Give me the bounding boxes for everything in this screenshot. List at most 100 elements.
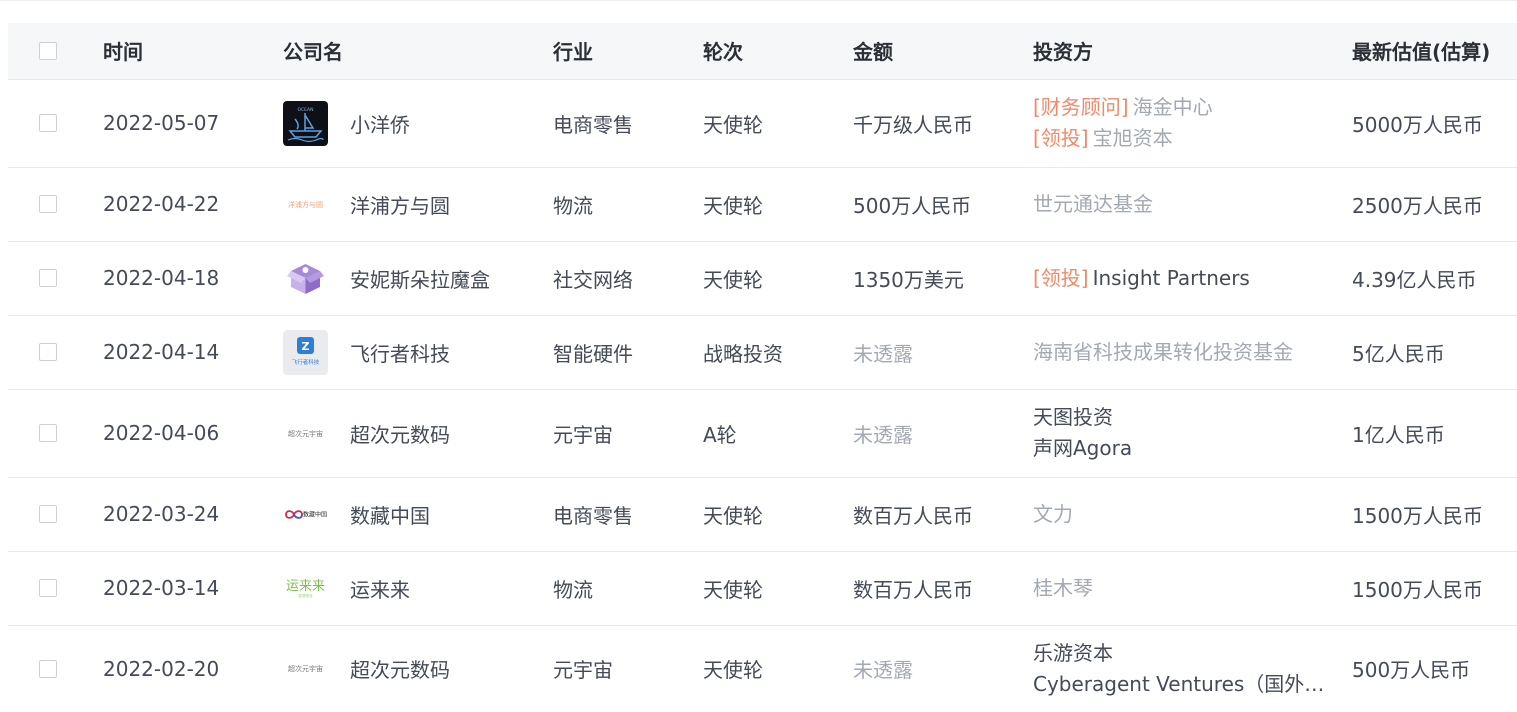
amount-cell: 1350万美元 bbox=[853, 241, 1033, 316]
column-header-round[interactable]: 轮次 bbox=[703, 23, 853, 80]
investor-entry: [财务顾问] 海金中心 bbox=[1033, 92, 1352, 123]
investor-name-link[interactable]: 世元通达基金 bbox=[1033, 192, 1153, 216]
valuation-cell: 1500万人民币 bbox=[1352, 551, 1517, 626]
row-checkbox[interactable] bbox=[39, 195, 57, 213]
investors-cell: 桂木琴 bbox=[1033, 551, 1352, 626]
investors-cell: 天图投资声网Agora bbox=[1033, 389, 1352, 478]
column-header-valuation[interactable]: 最新估值(估算) bbox=[1352, 23, 1517, 80]
round-cell: A轮 bbox=[703, 389, 853, 478]
company-cell[interactable]: 超次元宇宙 超次元数码 bbox=[283, 389, 553, 478]
investor-name-link[interactable]: 宝旭资本 bbox=[1093, 126, 1173, 150]
investor-name-link[interactable]: 天图投资 bbox=[1033, 405, 1113, 429]
investor-name-link[interactable]: 海南省科技成果转化投资基金 bbox=[1033, 340, 1293, 364]
table-row[interactable]: 2022-05-07 OCEAN 小洋侨 电商零售 天使轮 千万级人民币 [财务顾问] 海金中… bbox=[8, 79, 1517, 168]
industry-cell: 社交网络 bbox=[553, 241, 703, 316]
round-cell: 天使轮 bbox=[703, 79, 853, 168]
amount-cell: 数百万人民币 bbox=[853, 477, 1033, 552]
company-name-link[interactable]: 洋浦方与圆 bbox=[350, 194, 450, 218]
investor-name-link[interactable]: 桂木琴 bbox=[1033, 576, 1093, 600]
svg-text:超次元宇宙: 超次元宇宙 bbox=[288, 429, 323, 438]
industry-cell: 电商零售 bbox=[553, 477, 703, 552]
table-row[interactable]: 2022-04-18 安妮斯朵拉魔盒 社交网络 天使轮 1350万美元 [领投] Insig… bbox=[8, 241, 1517, 316]
valuation-cell: 5000万人民币 bbox=[1352, 79, 1517, 168]
company-cell[interactable]: 超次元宇宙 超次元数码 bbox=[283, 625, 553, 712]
row-checkbox[interactable] bbox=[39, 659, 57, 678]
date-cell: 2022-04-18 bbox=[103, 241, 283, 316]
valuation-cell: 5亿人民币 bbox=[1352, 315, 1517, 390]
industry-cell: 智能硬件 bbox=[553, 315, 703, 390]
date-cell: 2022-04-22 bbox=[103, 167, 283, 242]
row-checkbox[interactable] bbox=[39, 114, 57, 132]
row-checkbox[interactable] bbox=[39, 343, 57, 361]
company-logo[interactable]: 运来来 智慧物流 bbox=[283, 566, 328, 611]
company-logo[interactable]: 超次元宇宙 bbox=[283, 646, 328, 691]
table-row[interactable]: 2022-03-14 运来来 智慧物流 运来来 物流 天使轮 数百万人民币 桂木琴 1500万人… bbox=[8, 551, 1517, 626]
industry-cell: 物流 bbox=[553, 551, 703, 626]
company-name-link[interactable]: 超次元数码 bbox=[350, 423, 450, 447]
column-header-amount[interactable]: 金额 bbox=[853, 23, 1033, 80]
company-logo[interactable] bbox=[283, 256, 328, 301]
row-checkbox[interactable] bbox=[39, 424, 57, 442]
valuation-cell: 1亿人民币 bbox=[1352, 389, 1517, 478]
table-row[interactable]: 2022-02-20 超次元宇宙 超次元数码 元宇宙 天使轮 未透露 乐游资本 Cyberag… bbox=[8, 625, 1517, 712]
date-cell: 2022-03-24 bbox=[103, 477, 283, 552]
company-name-link[interactable]: 超次元数码 bbox=[350, 658, 450, 682]
column-header-industry[interactable]: 行业 bbox=[553, 23, 703, 80]
amount-cell: 500万人民币 bbox=[853, 167, 1033, 242]
table-row[interactable]: 2022-04-14 Z 飞行者科技 飞行者科技 智能硬件 战略投资 未透露 海南省科技成果转… bbox=[8, 315, 1517, 390]
column-header-company[interactable]: 公司名 bbox=[283, 23, 553, 80]
column-header-time[interactable]: 时间 bbox=[103, 23, 283, 80]
investor-name-link[interactable]: 乐游资本 bbox=[1033, 641, 1113, 665]
industry-cell: 电商零售 bbox=[553, 79, 703, 168]
row-select-cell bbox=[8, 79, 103, 168]
company-logo[interactable]: Z 飞行者科技 bbox=[283, 329, 328, 375]
company-logo[interactable]: OCEAN bbox=[283, 100, 328, 146]
company-logo[interactable]: 数藏中国 bbox=[283, 492, 328, 537]
table-row[interactable]: 2022-03-24 数藏中国 数藏中国 电商零售 天使轮 数百万人民币 文力 1500万人民… bbox=[8, 477, 1517, 552]
company-cell[interactable]: 数藏中国 数藏中国 bbox=[283, 477, 553, 552]
investor-entry: 天图投资 bbox=[1033, 402, 1352, 433]
company-cell[interactable]: 运来来 智慧物流 运来来 bbox=[283, 551, 553, 626]
company-logo[interactable]: 洋浦方与圆 bbox=[283, 182, 328, 227]
company-name-link[interactable]: 运来来 bbox=[350, 578, 410, 602]
row-select-cell bbox=[8, 241, 103, 316]
company-name-link[interactable]: 小洋侨 bbox=[350, 113, 410, 137]
date-cell: 2022-02-20 bbox=[103, 656, 220, 681]
select-all-checkbox[interactable] bbox=[39, 41, 57, 60]
row-select-cell bbox=[8, 167, 103, 242]
company-name-link[interactable]: 安妮斯朵拉魔盒 bbox=[350, 268, 490, 292]
company-cell[interactable]: 安妮斯朵拉魔盒 bbox=[283, 241, 553, 316]
row-checkbox[interactable] bbox=[39, 269, 57, 287]
row-select-cell bbox=[8, 625, 103, 712]
investor-name-link[interactable]: Insight Partners bbox=[1093, 266, 1250, 290]
investor-name-link[interactable]: 声网Agora bbox=[1033, 436, 1132, 460]
company-name-link[interactable]: 飞行者科技 bbox=[350, 342, 450, 366]
investor-name-link[interactable]: 海金中心 bbox=[1133, 95, 1213, 119]
select-all-cell bbox=[8, 23, 103, 80]
investor-entry: [领投] Insight Partners bbox=[1033, 263, 1352, 294]
industry-cell: 物流 bbox=[553, 167, 703, 242]
valuation-cell: 2500万人民币 bbox=[1352, 167, 1517, 242]
round-cell: 天使轮 bbox=[703, 551, 853, 626]
company-cell[interactable]: Z 飞行者科技 飞行者科技 bbox=[283, 315, 553, 390]
svg-text:数藏中国: 数藏中国 bbox=[303, 510, 327, 518]
investor-name-link[interactable]: Cyberagent Ventures（国外投... bbox=[1033, 672, 1333, 696]
investor-role-tag: [财务顾问] bbox=[1033, 95, 1129, 119]
investors-cell: 海南省科技成果转化投资基金 bbox=[1033, 315, 1352, 390]
table-row[interactable]: 2022-04-06 超次元宇宙 超次元数码 元宇宙 A轮 未透露 天图投资 声网Agora 1… bbox=[8, 389, 1517, 478]
company-cell[interactable]: OCEAN 小洋侨 bbox=[283, 79, 553, 168]
date-cell: 2022-03-14 bbox=[103, 551, 283, 626]
valuation-cell: 500万人民币 bbox=[1352, 658, 1471, 683]
company-cell[interactable]: 洋浦方与圆 洋浦方与圆 bbox=[283, 167, 553, 242]
row-checkbox[interactable] bbox=[39, 505, 57, 523]
company-logo[interactable]: 超次元宇宙 bbox=[283, 411, 328, 456]
investor-entry: 乐游资本 bbox=[1033, 638, 1352, 669]
investor-name-link[interactable]: 文力 bbox=[1033, 502, 1073, 526]
table-row[interactable]: 2022-04-22 洋浦方与圆 洋浦方与圆 物流 天使轮 500万人民币 世元通达基金 25… bbox=[8, 167, 1517, 242]
row-checkbox[interactable] bbox=[39, 579, 57, 597]
column-header-investors[interactable]: 投资方 bbox=[1033, 23, 1352, 80]
investor-role-tag: [领投] bbox=[1033, 126, 1089, 150]
company-name-link[interactable]: 数藏中国 bbox=[350, 504, 430, 528]
table-header-row: 时间 公司名 行业 轮次 金额 投资方 最新估值(估算) bbox=[8, 23, 1517, 80]
investor-role-tag: [领投] bbox=[1033, 265, 1089, 290]
